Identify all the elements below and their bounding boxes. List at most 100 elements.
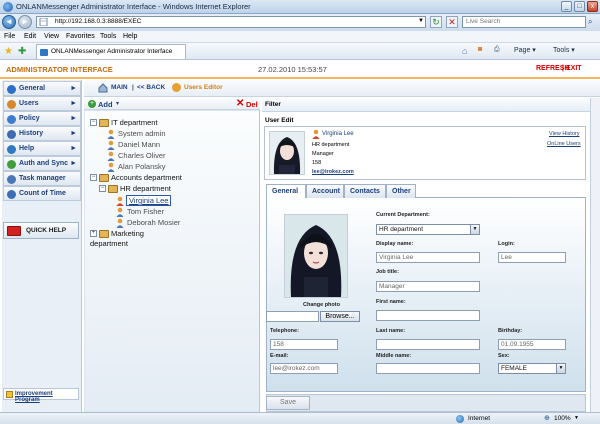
chevron-right-icon: ► xyxy=(70,145,77,152)
delete-icon[interactable]: ✕ xyxy=(236,98,244,109)
refresh-link[interactable]: REFRESH xyxy=(536,65,569,72)
breadcrumb-main[interactable]: MAIN xyxy=(111,84,128,91)
last-name-field[interactable] xyxy=(376,339,480,350)
browser-tab[interactable]: ONLANMessenger Administrator Interface xyxy=(36,44,186,59)
delete-button[interactable]: Del xyxy=(246,100,258,109)
menu-view[interactable]: View xyxy=(44,32,59,41)
birthday-field[interactable]: 01.09.1955 xyxy=(498,339,566,350)
sidebar-item-count-of-time[interactable]: Count of Time xyxy=(3,186,81,201)
page-menu[interactable]: Page ▾ xyxy=(514,46,536,54)
display-name-field[interactable]: Virginia Lee xyxy=(376,252,480,263)
tab-other[interactable]: Other xyxy=(386,184,416,198)
address-toolbar: ◄ ► http://192.168.0.3:8888/EXEC ▼ ↻ ✕ L… xyxy=(0,14,600,31)
add-favorite-icon[interactable]: ✚ xyxy=(18,46,26,57)
add-icon[interactable]: + xyxy=(88,100,96,108)
user-summary-card: Virginia Lee HR department Manager 158 l… xyxy=(264,126,586,180)
browse-button[interactable]: Browse... xyxy=(320,311,360,322)
page-scrollbar[interactable] xyxy=(590,98,600,412)
print-icon[interactable]: ⎙ xyxy=(494,46,500,54)
photo-file-input[interactable] xyxy=(266,311,319,322)
job-title-field[interactable]: Manager xyxy=(376,281,480,292)
forward-icon[interactable]: ► xyxy=(18,15,32,29)
email-field[interactable]: lee@irokez.com xyxy=(270,363,338,374)
telephone-field[interactable]: 158 xyxy=(270,339,338,350)
zoom-icon[interactable]: ⊕ xyxy=(544,414,550,422)
tree-node-charles-oliver[interactable]: Charles Oliver xyxy=(118,151,166,160)
filter-bar[interactable]: Filter xyxy=(262,98,600,112)
user-icon xyxy=(116,218,124,228)
tree-node-alan-polansky[interactable]: Alan Polansky xyxy=(118,162,166,171)
minimize-button[interactable]: _ xyxy=(561,1,572,12)
tree-node-it-department[interactable]: IT department xyxy=(111,118,158,127)
folder-icon xyxy=(99,230,109,238)
sidebar-item-general[interactable]: General ► xyxy=(3,81,81,96)
window-titlebar: ONLANMessenger Administrator Interface -… xyxy=(0,0,600,14)
policy-icon xyxy=(7,115,16,124)
sidebar-item-history[interactable]: History ► xyxy=(3,126,81,141)
sidebar-item-task-manager[interactable]: Task manager xyxy=(3,171,81,186)
tree-node-accounts-department[interactable]: Accounts department xyxy=(111,173,182,182)
close-button[interactable]: x xyxy=(587,1,598,12)
tree-node-marketing-department[interactable]: Marketing xyxy=(111,229,144,238)
breadcrumb-separator: | xyxy=(132,84,134,91)
url-input[interactable]: http://192.168.0.3:8888/EXEC xyxy=(36,16,426,28)
sex-select-value: FEMALE xyxy=(501,365,528,372)
sidebar-item-help[interactable]: Help ► xyxy=(3,141,81,156)
favorites-star-icon[interactable]: ★ xyxy=(4,46,13,57)
sidebar-item-auth-sync[interactable]: Auth and Sync ► xyxy=(3,156,81,171)
security-zone: Internet xyxy=(468,415,491,422)
display-name-label: Display name: xyxy=(376,241,414,247)
email-label: E-mail: xyxy=(270,353,289,359)
add-dropdown-icon[interactable]: ▾ xyxy=(116,100,119,107)
view-history-link[interactable]: View History xyxy=(549,131,579,137)
exit-link[interactable]: EXIT xyxy=(566,65,582,72)
stop-icon[interactable]: ✕ xyxy=(446,16,458,28)
menu-tools[interactable]: Tools xyxy=(100,32,116,41)
search-icon[interactable]: ⌕ xyxy=(588,17,592,27)
middle-name-field[interactable] xyxy=(376,363,480,374)
url-dropdown-icon[interactable]: ▼ xyxy=(418,18,424,24)
menu-favorites[interactable]: Favorites xyxy=(66,32,95,41)
feeds-icon[interactable]: ◙ xyxy=(478,46,482,53)
save-button[interactable]: Save xyxy=(266,396,310,410)
quick-help-button[interactable]: QUICK HELP xyxy=(3,222,79,239)
tab-account[interactable]: Account xyxy=(306,184,344,198)
tree-collapse-icon[interactable]: − xyxy=(99,185,106,192)
menu-help[interactable]: Help xyxy=(123,32,137,41)
maximize-button[interactable]: □ xyxy=(574,1,585,12)
zoom-level[interactable]: 100% xyxy=(554,415,571,422)
login-field[interactable]: Lee xyxy=(498,252,566,263)
department-select[interactable]: HR department ▼ xyxy=(376,224,480,235)
improvement-program-link[interactable]: Improvement Program xyxy=(3,388,79,403)
search-input[interactable]: Live Search xyxy=(462,16,586,28)
tab-general[interactable]: General xyxy=(266,184,306,199)
tree-node-hr-department[interactable]: HR department xyxy=(120,184,171,193)
tree-node-daniel-mann[interactable]: Daniel Mann xyxy=(118,140,160,149)
tree-node-deborah-mosier[interactable]: Deborah Mosier xyxy=(127,218,180,227)
tree-node-system-admin[interactable]: System admin xyxy=(118,129,166,138)
tree-collapse-icon[interactable]: − xyxy=(90,174,97,181)
sidebar-item-policy[interactable]: Policy ► xyxy=(3,111,81,126)
internet-zone-icon xyxy=(456,415,464,423)
refresh-page-icon[interactable]: ↻ xyxy=(430,16,442,28)
online-users-link[interactable]: OnLine Users xyxy=(547,141,581,147)
card-email-link[interactable]: lee@irokez.com xyxy=(312,169,354,175)
tree-collapse-icon[interactable]: − xyxy=(90,119,97,126)
add-button[interactable]: Add xyxy=(98,100,113,109)
first-name-field[interactable] xyxy=(376,310,480,321)
home-icon[interactable]: ⌂ xyxy=(462,46,467,56)
back-icon[interactable]: ◄ xyxy=(2,15,16,29)
tree-node-marketing-department-cont[interactable]: department xyxy=(90,239,128,248)
department-tree: − IT department System admin Daniel Mann… xyxy=(85,111,259,411)
zoom-dropdown-icon[interactable]: ▼ xyxy=(574,415,579,421)
menu-file[interactable]: File xyxy=(4,32,15,41)
breadcrumb-back[interactable]: << BACK xyxy=(137,84,165,91)
menu-edit[interactable]: Edit xyxy=(24,32,36,41)
sidebar-item-users[interactable]: Users ► xyxy=(3,96,81,111)
tools-menu[interactable]: Tools ▾ xyxy=(553,46,575,54)
sex-select[interactable]: FEMALE ▼ xyxy=(498,363,566,374)
tree-node-virginia-lee-selected[interactable]: Virginia Lee xyxy=(126,195,172,206)
tree-node-tom-fisher[interactable]: Tom Fisher xyxy=(127,207,164,216)
tab-contacts[interactable]: Contacts xyxy=(344,184,386,198)
tree-expand-icon[interactable]: + xyxy=(90,230,97,237)
